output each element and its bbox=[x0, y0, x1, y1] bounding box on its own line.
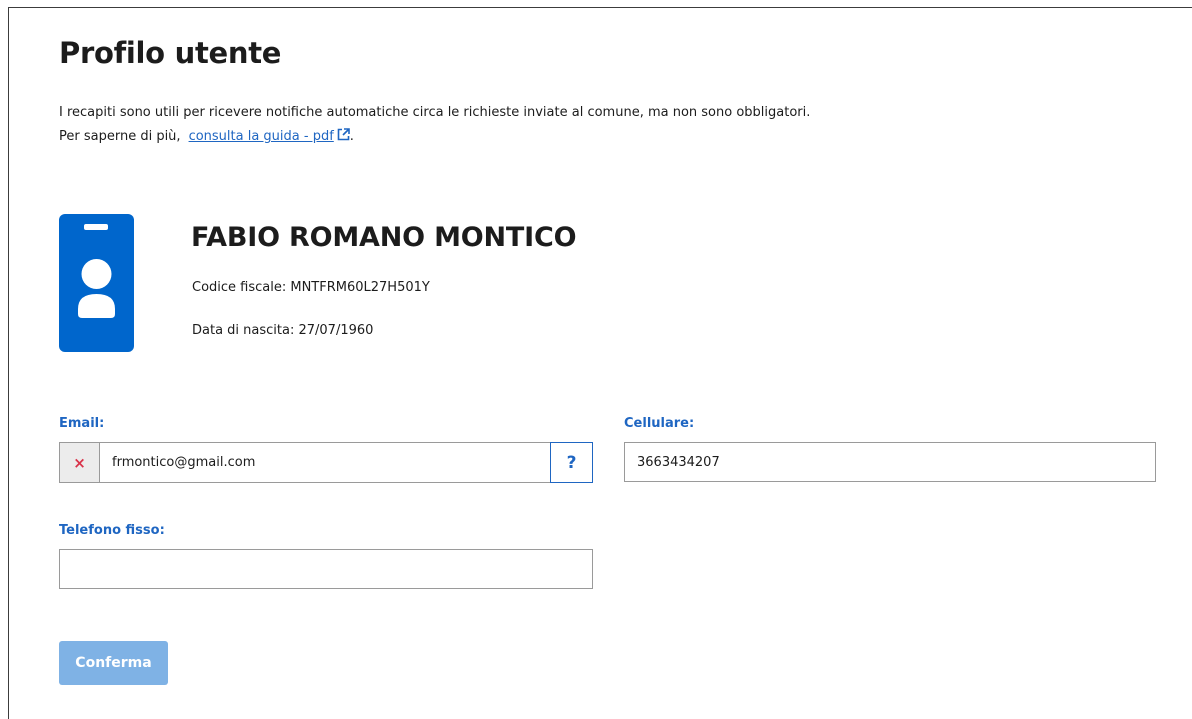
email-field-group: × ? bbox=[59, 442, 593, 483]
guide-link[interactable]: consulta la guida - pdf bbox=[188, 126, 350, 144]
birth-date: Data di nascita: 27/07/1960 bbox=[192, 323, 374, 338]
landline-label: Telefono fisso: bbox=[59, 523, 165, 538]
email-label: Email: bbox=[59, 416, 105, 431]
tax-code: Codice fiscale: MNTFRM60L27H501Y bbox=[192, 280, 430, 295]
intro-line-1: I recapiti sono utili per ricevere notif… bbox=[59, 105, 811, 120]
close-icon: × bbox=[60, 443, 100, 482]
user-badge-icon bbox=[59, 214, 134, 352]
intro-line-2-suffix: . bbox=[349, 129, 354, 144]
page-title: Profilo utente bbox=[59, 36, 282, 70]
intro-line-2-prefix: Per saperne di più, bbox=[59, 129, 181, 144]
landline-field[interactable] bbox=[59, 549, 593, 589]
confirm-button[interactable]: Conferma bbox=[59, 641, 168, 685]
intro-text: I recapiti sono utili per ricevere notif… bbox=[59, 101, 810, 149]
help-icon: ? bbox=[566, 452, 577, 473]
user-name: FABIO ROMANO MONTICO bbox=[191, 222, 577, 253]
email-field[interactable] bbox=[100, 443, 550, 482]
mobile-field[interactable] bbox=[624, 442, 1156, 482]
help-button[interactable]: ? bbox=[550, 442, 593, 483]
external-link-icon bbox=[337, 126, 350, 141]
guide-link-label: consulta la guida - pdf bbox=[188, 129, 334, 144]
intro-line-2: Per saperne di più, consulta la guida - p… bbox=[59, 125, 810, 149]
mobile-label: Cellulare: bbox=[624, 416, 695, 431]
